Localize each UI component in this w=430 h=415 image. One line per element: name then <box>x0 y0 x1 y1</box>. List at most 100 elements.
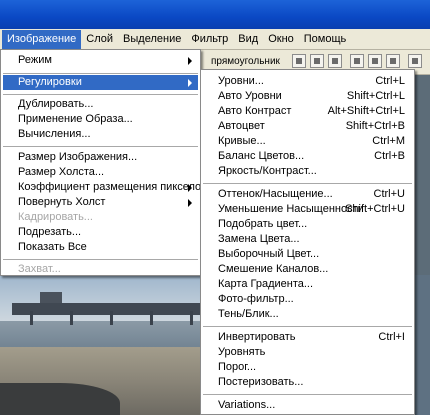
menu-item-pixel-aspect-ratio[interactable]: Коэффициент размещения пикселов <box>3 180 207 195</box>
menu-separator <box>3 259 198 260</box>
menu-item-shortcut: Alt+Shift+Ctrl+L <box>327 105 405 117</box>
menu-item-photo-filter[interactable]: Фото-фильтр... <box>203 292 412 307</box>
menu-item-auto-levels[interactable]: Авто Уровни Shift+Ctrl+L <box>203 89 412 104</box>
menu-item-label: Уровни... <box>218 75 264 87</box>
menu-item-label: Выборочный Цвет... <box>218 248 320 260</box>
menu-item-duplicate[interactable]: Дублировать... <box>3 97 198 112</box>
menu-view[interactable]: Вид <box>233 30 263 49</box>
menu-item-label: Авто Уровни <box>218 90 282 102</box>
menu-item-label: Регулировки <box>18 76 82 88</box>
menu-item-label: Уменьшение Насыщенности <box>218 203 364 215</box>
menu-item-auto-color[interactable]: Автоцвет Shift+Ctrl+B <box>203 119 412 134</box>
menu-item-invert[interactable]: Инвертировать Ctrl+I <box>203 330 412 345</box>
distribute-icon[interactable] <box>408 54 422 68</box>
menu-item-label: Порог... <box>218 361 257 373</box>
menu-item-label: Авто Контраст <box>218 105 292 117</box>
menu-layer[interactable]: Слой <box>81 30 118 49</box>
menu-item-shortcut: Ctrl+B <box>374 150 405 162</box>
submenu-arrow-icon <box>188 184 192 192</box>
adjustments-submenu: Уровни... Ctrl+L Авто Уровни Shift+Ctrl+… <box>200 69 415 415</box>
align-top-icon[interactable] <box>292 54 306 68</box>
menu-item-label: Смешение Каналов... <box>218 263 329 275</box>
menu-separator <box>203 183 412 184</box>
photo-pier-post <box>70 311 73 325</box>
photo-image <box>0 275 230 415</box>
menu-item-trim[interactable]: Подрезать... <box>3 225 198 240</box>
menu-item-selective-color[interactable]: Выборочный Цвет... <box>203 247 412 262</box>
menu-item-match-color[interactable]: Подобрать цвет... <box>203 217 412 232</box>
menu-item-label: Повернуть Холст <box>18 196 106 208</box>
menu-image[interactable]: Изображение <box>2 29 82 49</box>
menu-item-shortcut: Ctrl+L <box>375 75 405 87</box>
menu-separator <box>3 94 198 95</box>
menu-item-posterize[interactable]: Постеризовать... <box>203 375 412 390</box>
menu-item-label: Фото-фильтр... <box>218 293 294 305</box>
menu-help[interactable]: Помощь <box>299 30 352 49</box>
menu-select[interactable]: Выделение <box>118 30 186 49</box>
align-middle-icon[interactable] <box>310 54 324 68</box>
align-center-icon[interactable] <box>368 54 382 68</box>
menu-item-apply-image[interactable]: Применение Образа... <box>3 112 198 127</box>
menu-filter[interactable]: Фильтр <box>186 30 233 49</box>
menu-item-shortcut: Ctrl+M <box>372 135 405 147</box>
menu-item-label: Подрезать... <box>18 226 82 238</box>
menu-item-image-size[interactable]: Размер Изображения... <box>3 150 198 165</box>
menu-item-label: Постеризовать... <box>218 376 304 388</box>
menu-item-label: Вычисления... <box>18 128 91 140</box>
menu-item-trap[interactable]: Захват... <box>3 262 198 277</box>
menu-item-mode[interactable]: Режим <box>3 53 198 68</box>
menu-item-label: Оттенок/Насыщение... <box>218 188 333 200</box>
menu-item-label: Яркость/Контраст... <box>218 165 317 177</box>
menu-item-label: Инвертировать <box>218 331 296 343</box>
photo-pier-post <box>110 311 113 325</box>
menu-item-shortcut: Shift+Ctrl+U <box>345 203 405 215</box>
image-menu: Режим Регулировки Дублировать... Примене… <box>0 49 207 277</box>
menu-item-channel-mixer[interactable]: Смешение Каналов... <box>203 262 412 277</box>
menu-item-label: Тень/Блик... <box>218 308 279 320</box>
menu-item-auto-contrast[interactable]: Авто Контраст Alt+Shift+Ctrl+L <box>203 104 412 119</box>
photo-pier-post <box>30 311 33 325</box>
menu-item-label: Баланс Цветов... <box>218 150 305 162</box>
menu-item-shortcut: Shift+Ctrl+B <box>345 120 405 132</box>
align-left-icon[interactable] <box>350 54 364 68</box>
submenu-arrow-icon <box>188 57 192 65</box>
submenu-arrow-icon <box>188 199 192 207</box>
menu-item-calculations[interactable]: Вычисления... <box>3 127 198 142</box>
menu-item-replace-color[interactable]: Замена Цвета... <box>203 232 412 247</box>
menu-item-equalize[interactable]: Уровнять <box>203 345 412 360</box>
menu-item-curves[interactable]: Кривые... Ctrl+M <box>203 134 412 149</box>
menu-item-color-balance[interactable]: Баланс Цветов... Ctrl+B <box>203 149 412 164</box>
menu-item-levels[interactable]: Уровни... Ctrl+L <box>203 74 412 89</box>
menu-item-brightness-contrast[interactable]: Яркость/Контраст... <box>203 164 412 179</box>
menu-item-hue-saturation[interactable]: Оттенок/Насыщение... Ctrl+U <box>203 187 412 202</box>
menu-item-label: Кривые... <box>218 135 266 147</box>
menu-item-label: Уровнять <box>218 346 266 358</box>
menu-separator <box>203 326 412 327</box>
menu-item-crop[interactable]: Кадрировать... <box>3 210 198 225</box>
menu-item-label: Захват... <box>18 263 61 275</box>
menu-item-canvas-size[interactable]: Размер Холста... <box>3 165 198 180</box>
menu-window[interactable]: Окно <box>263 30 299 49</box>
menu-separator <box>203 394 412 395</box>
menu-item-shortcut: Shift+Ctrl+L <box>346 90 405 102</box>
menu-item-threshold[interactable]: Порог... <box>203 360 412 375</box>
photo-pier-post <box>190 311 193 325</box>
menu-item-label: Variations... <box>218 399 276 411</box>
menu-separator <box>3 146 198 147</box>
menu-item-gradient-map[interactable]: Карта Градиента... <box>203 277 412 292</box>
menu-item-adjustments[interactable]: Регулировки <box>3 75 198 90</box>
menu-item-label: Коэффициент размещения пикселов <box>18 181 208 193</box>
menu-item-rotate-canvas[interactable]: Повернуть Холст <box>3 195 198 210</box>
menu-item-label: Подобрать цвет... <box>218 218 308 230</box>
menu-item-reveal-all[interactable]: Показать Все <box>3 240 198 255</box>
menu-item-variations[interactable]: Variations... <box>203 398 412 413</box>
menu-item-shadow-highlight[interactable]: Тень/Блик... <box>203 307 412 322</box>
align-bottom-icon[interactable] <box>328 54 342 68</box>
menu-item-label: Замена Цвета... <box>218 233 300 245</box>
menu-item-shortcut: Ctrl+I <box>378 331 405 343</box>
window-title-bar <box>0 0 430 29</box>
align-right-icon[interactable] <box>386 54 400 68</box>
menu-item-desaturate[interactable]: Уменьшение Насыщенности Shift+Ctrl+U <box>203 202 412 217</box>
menu-bar: Изображение Слой Выделение Фильтр Вид Ок… <box>0 29 430 50</box>
menu-item-label: Дублировать... <box>18 98 94 110</box>
